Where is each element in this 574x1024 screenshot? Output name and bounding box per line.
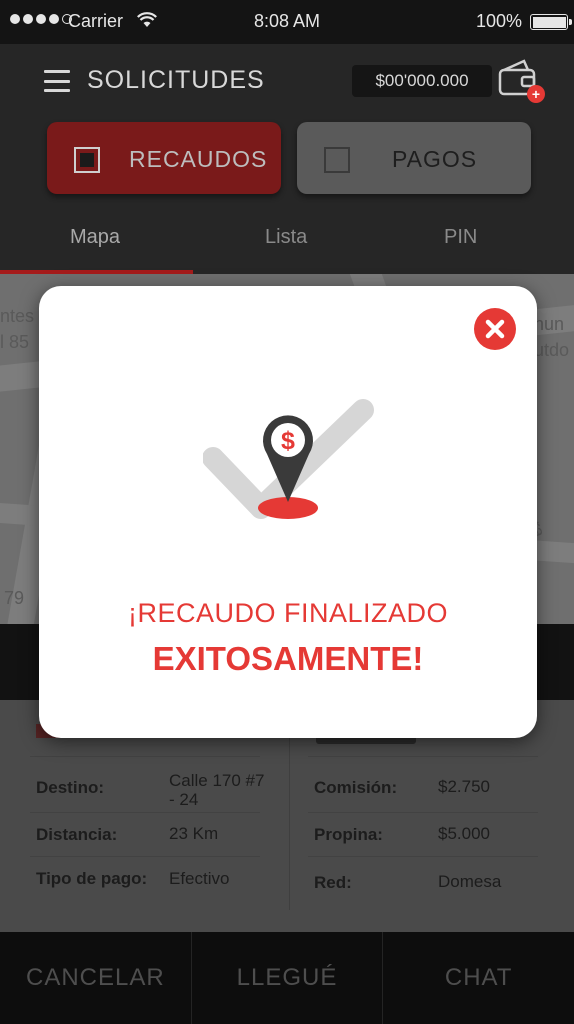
details-divider — [289, 710, 290, 910]
map-street-label: 79 — [4, 588, 25, 608]
hamburger-menu-icon[interactable] — [44, 70, 70, 92]
distancia-label: Distancia: — [36, 825, 118, 844]
tab-mapa[interactable]: Mapa — [70, 226, 120, 249]
tipo-pago-value: Efectivo — [169, 869, 230, 888]
map-street-label: l 85 — [0, 332, 30, 352]
red-label: Red: — [314, 873, 352, 892]
cancelar-button[interactable]: CANCELAR — [0, 932, 192, 1024]
destino-value: Calle 170 #7 - 24 — [169, 771, 265, 809]
tipo-pago-label: Tipo de pago: — [36, 869, 148, 888]
recaudos-label: RECAUDOS — [129, 146, 268, 172]
page-title: SOLICITUDES — [87, 66, 265, 94]
chat-button[interactable]: CHAT — [383, 932, 574, 1024]
red-value: Domesa — [438, 872, 502, 891]
app-header: SOLICITUDES $00'000.000 + RECAUDOS PAGOS… — [0, 44, 574, 274]
battery-icon — [530, 14, 572, 30]
action-bar: CANCELAR LLEGUÉ CHAT — [0, 932, 574, 1024]
status-bar: Carrier 8:08 AM 100% — [0, 0, 574, 44]
comision-label: Comisión: — [314, 778, 398, 797]
dollar-symbol: $ — [281, 427, 295, 455]
map-street-label: ntes — [0, 306, 35, 326]
comision-value: $2.750 — [438, 777, 490, 796]
pagos-label: PAGOS — [392, 146, 478, 172]
map-street-label: utdo — [534, 340, 570, 360]
destino-label: Destino: — [36, 778, 104, 797]
propina-label: Propina: — [314, 825, 383, 844]
collection-success-icon: $ — [202, 398, 375, 530]
pagos-tab-button[interactable]: PAGOS — [297, 122, 531, 194]
tab-lista[interactable]: Lista — [265, 226, 307, 249]
success-message-line1: ¡RECAUDO FINALIZADO — [127, 598, 449, 628]
battery-percentage: 100% — [475, 11, 522, 31]
balance-display: $00'000.000 — [352, 65, 492, 97]
llegue-button[interactable]: LLEGUÉ — [192, 932, 384, 1024]
wallet-add-badge[interactable]: + — [527, 85, 545, 103]
tab-pin[interactable]: PIN — [444, 226, 477, 249]
map-street-label: hun — [534, 314, 565, 334]
distancia-value: 23 Km — [169, 824, 219, 843]
pagos-checkbox[interactable] — [324, 147, 350, 173]
close-icon[interactable] — [474, 308, 516, 350]
recaudos-checkbox[interactable] — [74, 147, 100, 173]
success-message-line2: EXITOSAMENTE! — [152, 640, 424, 677]
propina-value: $5.000 — [438, 824, 490, 843]
success-modal: $ ¡RECAUDO FINALIZADO EXITOSAMENTE! — [39, 286, 537, 738]
recaudos-tab-button[interactable]: RECAUDOS — [47, 122, 281, 194]
